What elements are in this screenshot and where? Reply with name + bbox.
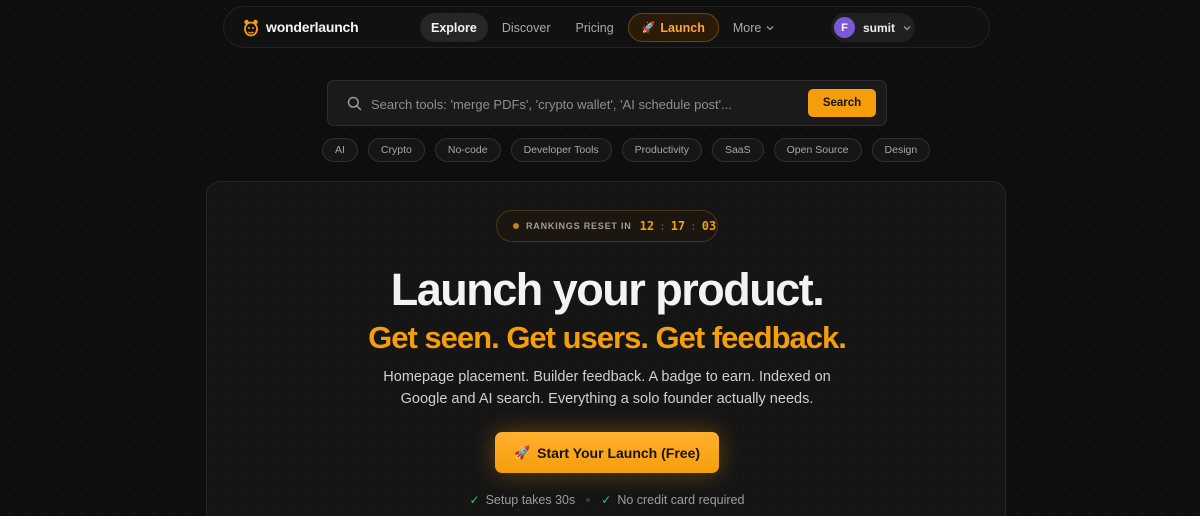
search-button[interactable]: Search <box>808 89 876 117</box>
hero-subheadline: Get seen. Get users. Get feedback. <box>368 320 847 355</box>
start-launch-button[interactable]: 🚀 Start Your Launch (Free) <box>495 432 719 473</box>
hero-headline: Launch your product. <box>390 264 825 315</box>
nav-launch-label: Launch <box>660 20 705 35</box>
nav-explore[interactable]: Explore <box>420 13 488 42</box>
nav-links: Explore Discover Pricing 🚀 Launch More <box>420 13 788 42</box>
top-navbar: wonderlaunch Explore Discover Pricing 🚀 … <box>223 6 990 48</box>
user-menu[interactable]: F sumit <box>831 13 915 42</box>
countdown-minutes: 17 <box>670 219 686 233</box>
chip-productivity[interactable]: Productivity <box>621 138 702 162</box>
separator-dot <box>586 498 591 502</box>
category-chips: AI Crypto No-code Developer Tools Produc… <box>322 138 940 162</box>
user-name: sumit <box>863 20 896 35</box>
chip-developer-tools[interactable]: Developer Tools <box>510 138 612 162</box>
chip-design[interactable]: Design <box>871 138 931 162</box>
status-dot <box>513 223 519 229</box>
chevron-down-icon <box>766 23 774 33</box>
chevron-down-icon <box>903 23 911 33</box>
logo-text: wonderlaunch <box>266 19 359 35</box>
check-icon: ✓ <box>601 493 612 507</box>
time-separator: : <box>659 219 666 233</box>
nav-discover[interactable]: Discover <box>491 13 562 42</box>
search-input[interactable] <box>371 93 801 115</box>
countdown-label: RANKINGS RESET IN <box>526 221 632 231</box>
nav-more-label: More <box>732 20 762 35</box>
perk-setup: Setup takes 30s <box>485 493 576 507</box>
hero-description: Homepage placement. Builder feedback. A … <box>383 369 831 407</box>
rocket-icon: 🚀 <box>641 22 656 34</box>
perk-no-card: No credit card required <box>617 493 745 507</box>
chip-crypto[interactable]: Crypto <box>367 138 425 162</box>
nav-more-dropdown[interactable]: More <box>722 13 785 42</box>
countdown-hours: 12 <box>639 219 655 233</box>
countdown-seconds: 03 <box>701 219 717 233</box>
search-bar: Search <box>327 80 887 126</box>
search-icon <box>347 96 362 111</box>
rocket-bear-icon <box>242 17 260 37</box>
rankings-countdown: RANKINGS RESET IN 12 : 17 : 03 <box>496 210 718 242</box>
nav-launch-button[interactable]: 🚀 Launch <box>627 13 719 42</box>
chip-ai[interactable]: AI <box>322 138 358 162</box>
perks-row: ✓ Setup takes 30s ✓ No credit card requi… <box>207 493 1007 507</box>
logo[interactable]: wonderlaunch <box>242 17 359 37</box>
avatar: F <box>834 17 855 38</box>
chip-saas[interactable]: SaaS <box>711 138 764 162</box>
hero-card: RANKINGS RESET IN 12 : 17 : 03 Launch yo… <box>206 181 1006 516</box>
nav-pricing[interactable]: Pricing <box>564 13 624 42</box>
cta-label: Start Your Launch (Free) <box>537 444 701 461</box>
rocket-icon: 🚀 <box>513 444 531 460</box>
chip-no-code[interactable]: No-code <box>434 138 501 162</box>
time-separator: : <box>690 219 697 233</box>
chip-open-source[interactable]: Open Source <box>773 138 862 162</box>
check-icon: ✓ <box>469 493 480 507</box>
